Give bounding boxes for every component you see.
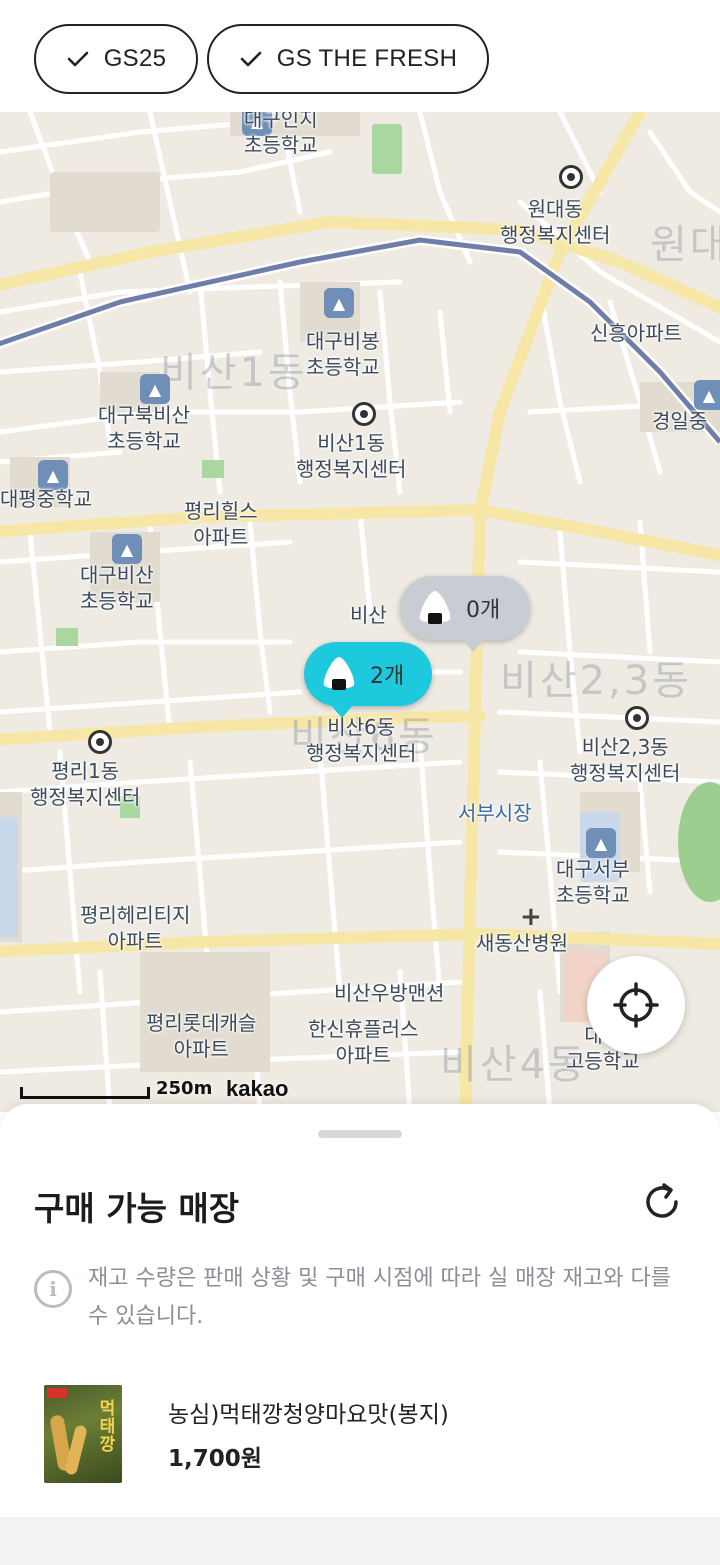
map-label-gov-office: 비산6동 행정복지센터 [306, 715, 417, 765]
school-icon: ▲ [112, 534, 142, 564]
gov-office-icon [559, 165, 583, 189]
map-label: 비산 [350, 603, 387, 627]
product-info: 농심)먹태깡청양마요맛(봉지) 1,700원 [168, 1395, 449, 1473]
map-label-gov-office: 비산2,3동 행정복지센터 [570, 735, 681, 785]
current-location-button[interactable] [587, 956, 685, 1054]
refresh-button[interactable] [638, 1178, 686, 1226]
store-marker[interactable]: 0개 [400, 576, 530, 652]
store-list-sheet: 구매 가능 매장 i 재고 수량은 판매 상황 및 구매 시점에 따라 실 매장… [0, 1104, 720, 1565]
onigiri-icon [419, 591, 451, 624]
map-label-apartment: 평리헤리티지 아파트 [80, 903, 191, 953]
school-icon: ▲ [140, 374, 170, 404]
map-label-apartment: 한신휴플러스 아파트 [308, 1017, 419, 1067]
filter-chip-gs-the-fresh[interactable]: GS THE FRESH [207, 24, 489, 94]
district-label: 비산2,3동 [500, 658, 693, 704]
map-label-apartment: 평리롯데캐슬 아파트 [146, 1011, 257, 1061]
package-title: 먹태깡 [95, 1399, 115, 1453]
gov-office-icon [88, 730, 112, 754]
map-label-school: 경일중 [652, 409, 708, 433]
notice-text: 재고 수량은 판매 상황 및 구매 시점에 따라 실 매장 재고와 다를 수 있… [88, 1266, 671, 1329]
hospital-icon: + [520, 902, 542, 932]
check-icon [240, 51, 262, 67]
map-label-school: 대구서부 초등학교 [556, 857, 630, 907]
map-label-school: 대평중학교 [0, 487, 92, 511]
map-scale: 250m [20, 1078, 212, 1099]
map-label-school: 대구비봉 초등학교 [306, 329, 380, 379]
sheet-drag-handle[interactable] [318, 1130, 402, 1138]
district-label: 비산1동 [160, 350, 308, 396]
stock-count: 0개 [466, 598, 501, 623]
school-icon: ▲ [694, 380, 720, 410]
stock-count: 2개 [370, 664, 405, 689]
store-marker-selected[interactable]: 2개 [304, 642, 432, 718]
filter-chip-gs25[interactable]: GS25 [34, 24, 198, 94]
locate-icon [613, 982, 659, 1028]
map-label-school: 대구인지 초등학교 [244, 112, 318, 157]
gov-office-icon [352, 402, 376, 426]
map-label-gov-office: 비산1동 행정복지센터 [296, 431, 407, 481]
product-item[interactable]: 먹태깡 농심)먹태깡청양마요맛(봉지) 1,700원 [44, 1384, 684, 1484]
sheet-title: 구매 가능 매장 [34, 1189, 240, 1228]
filter-chip-label: GS THE FRESH [276, 45, 458, 72]
scale-bar [20, 1087, 150, 1099]
stock-notice: i 재고 수량은 판매 상황 및 구매 시점에 따라 실 매장 재고와 다를 수… [34, 1260, 694, 1336]
filter-bar: GS25 GS THE FRESH [0, 0, 720, 112]
school-icon: ▲ [324, 288, 354, 318]
scale-label: 250m [156, 1078, 213, 1099]
map-label-gov-office: 평리1동 행정복지센터 [30, 759, 141, 809]
school-icon: ▲ [586, 828, 616, 858]
map-label-apartment: 비산우방맨션 [334, 981, 445, 1005]
map-label-school: 대구비산 초등학교 [80, 563, 154, 613]
info-icon: i [34, 1270, 72, 1308]
map-label-school: 대구북비산 초등학교 [98, 403, 190, 453]
map-label-gov-office: 원대동 행정복지센터 [500, 197, 611, 247]
product-name: 농심)먹태깡청양마요맛(봉지) [168, 1402, 449, 1428]
filter-chip-label: GS25 [103, 45, 167, 72]
product-price: 1,700원 [168, 1446, 262, 1472]
map-label-apartment: 신흥아파트 [590, 321, 682, 345]
map-attribution: kakao [226, 1076, 289, 1101]
bottom-divider [0, 1517, 720, 1565]
map-label-hospital: 새동산병원 [476, 931, 568, 955]
gov-office-icon [625, 706, 649, 730]
refresh-icon [646, 1183, 678, 1218]
product-thumbnail: 먹태깡 [44, 1385, 122, 1483]
store-map[interactable]: 비산1동 비산2,3동 비산6동 비산4동 원대 ▲ ▲ ▲ ▲ ▲ ▲ ▲ +… [0, 112, 720, 1112]
onigiri-icon [323, 657, 355, 690]
district-label: 원대 [650, 222, 720, 268]
map-label-market: 서부시장 [458, 801, 532, 825]
check-icon [67, 51, 89, 67]
map-label-apartment: 평리힐스 아파트 [184, 499, 258, 549]
